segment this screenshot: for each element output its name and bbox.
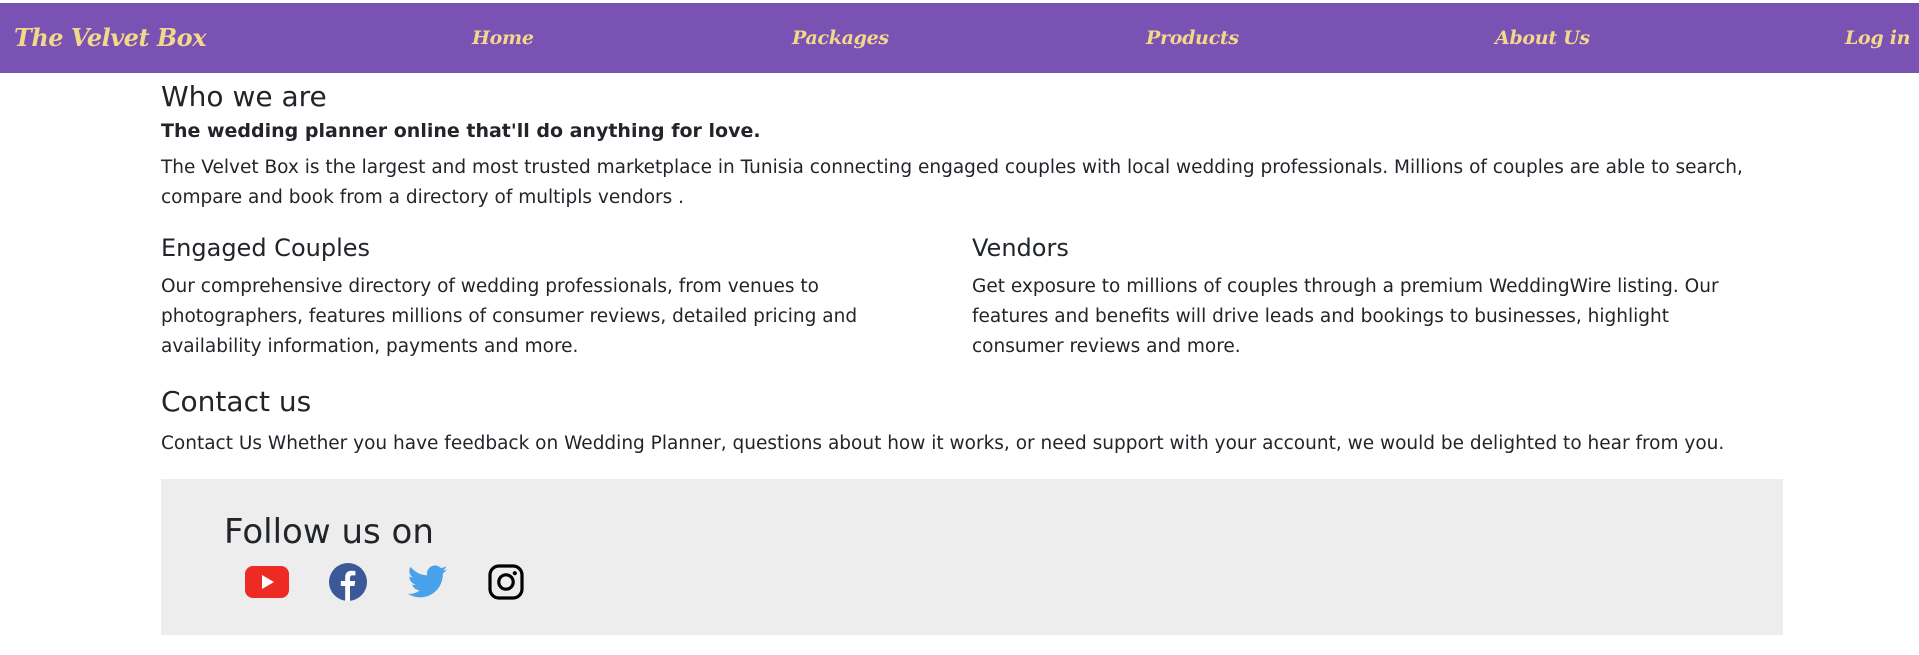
brand-logo[interactable]: The Velvet Box — [14, 3, 207, 73]
follow-us-heading: Follow us on — [224, 512, 434, 552]
vendors-heading: Vendors — [972, 234, 1069, 262]
nav-link-products[interactable]: Products — [1146, 3, 1239, 73]
engaged-couples-text: Our comprehensive directory of wedding p… — [161, 276, 858, 357]
who-we-are-heading: Who we are — [161, 80, 327, 113]
navbar: The Velvet Box Home Packages Products Ab… — [0, 3, 1919, 73]
nav-link-about-us[interactable]: About Us — [1495, 3, 1590, 73]
facebook-icon[interactable] — [326, 560, 370, 604]
contact-us-heading: Contact us — [161, 385, 312, 418]
nav-link-home[interactable]: Home — [472, 3, 534, 73]
engaged-couples-heading: Engaged Couples — [161, 234, 371, 262]
who-tagline: The wedding planner online that'll do an… — [161, 120, 761, 142]
follow-us-panel: Follow us on — [161, 479, 1783, 635]
vendors-text: Get exposure to millions of couples thro… — [972, 276, 1719, 357]
nav-link-log-in[interactable]: Log in — [1845, 3, 1910, 73]
page: The Velvet Box Home Packages Products Ab… — [0, 0, 1919, 655]
nav-link-packages[interactable]: Packages — [792, 3, 889, 73]
who-description: The Velvet Box is the largest and most t… — [161, 157, 1743, 208]
engaged-couples-section: Engaged Couples Our comprehensive direct… — [161, 231, 946, 362]
vendors-section: Vendors Get exposure to millions of coup… — [972, 231, 1757, 362]
contact-us-text: Contact Us Whether you have feedback on … — [161, 433, 1725, 454]
instagram-icon[interactable] — [484, 560, 528, 604]
twitter-icon[interactable] — [406, 560, 450, 604]
youtube-icon[interactable] — [245, 560, 289, 604]
